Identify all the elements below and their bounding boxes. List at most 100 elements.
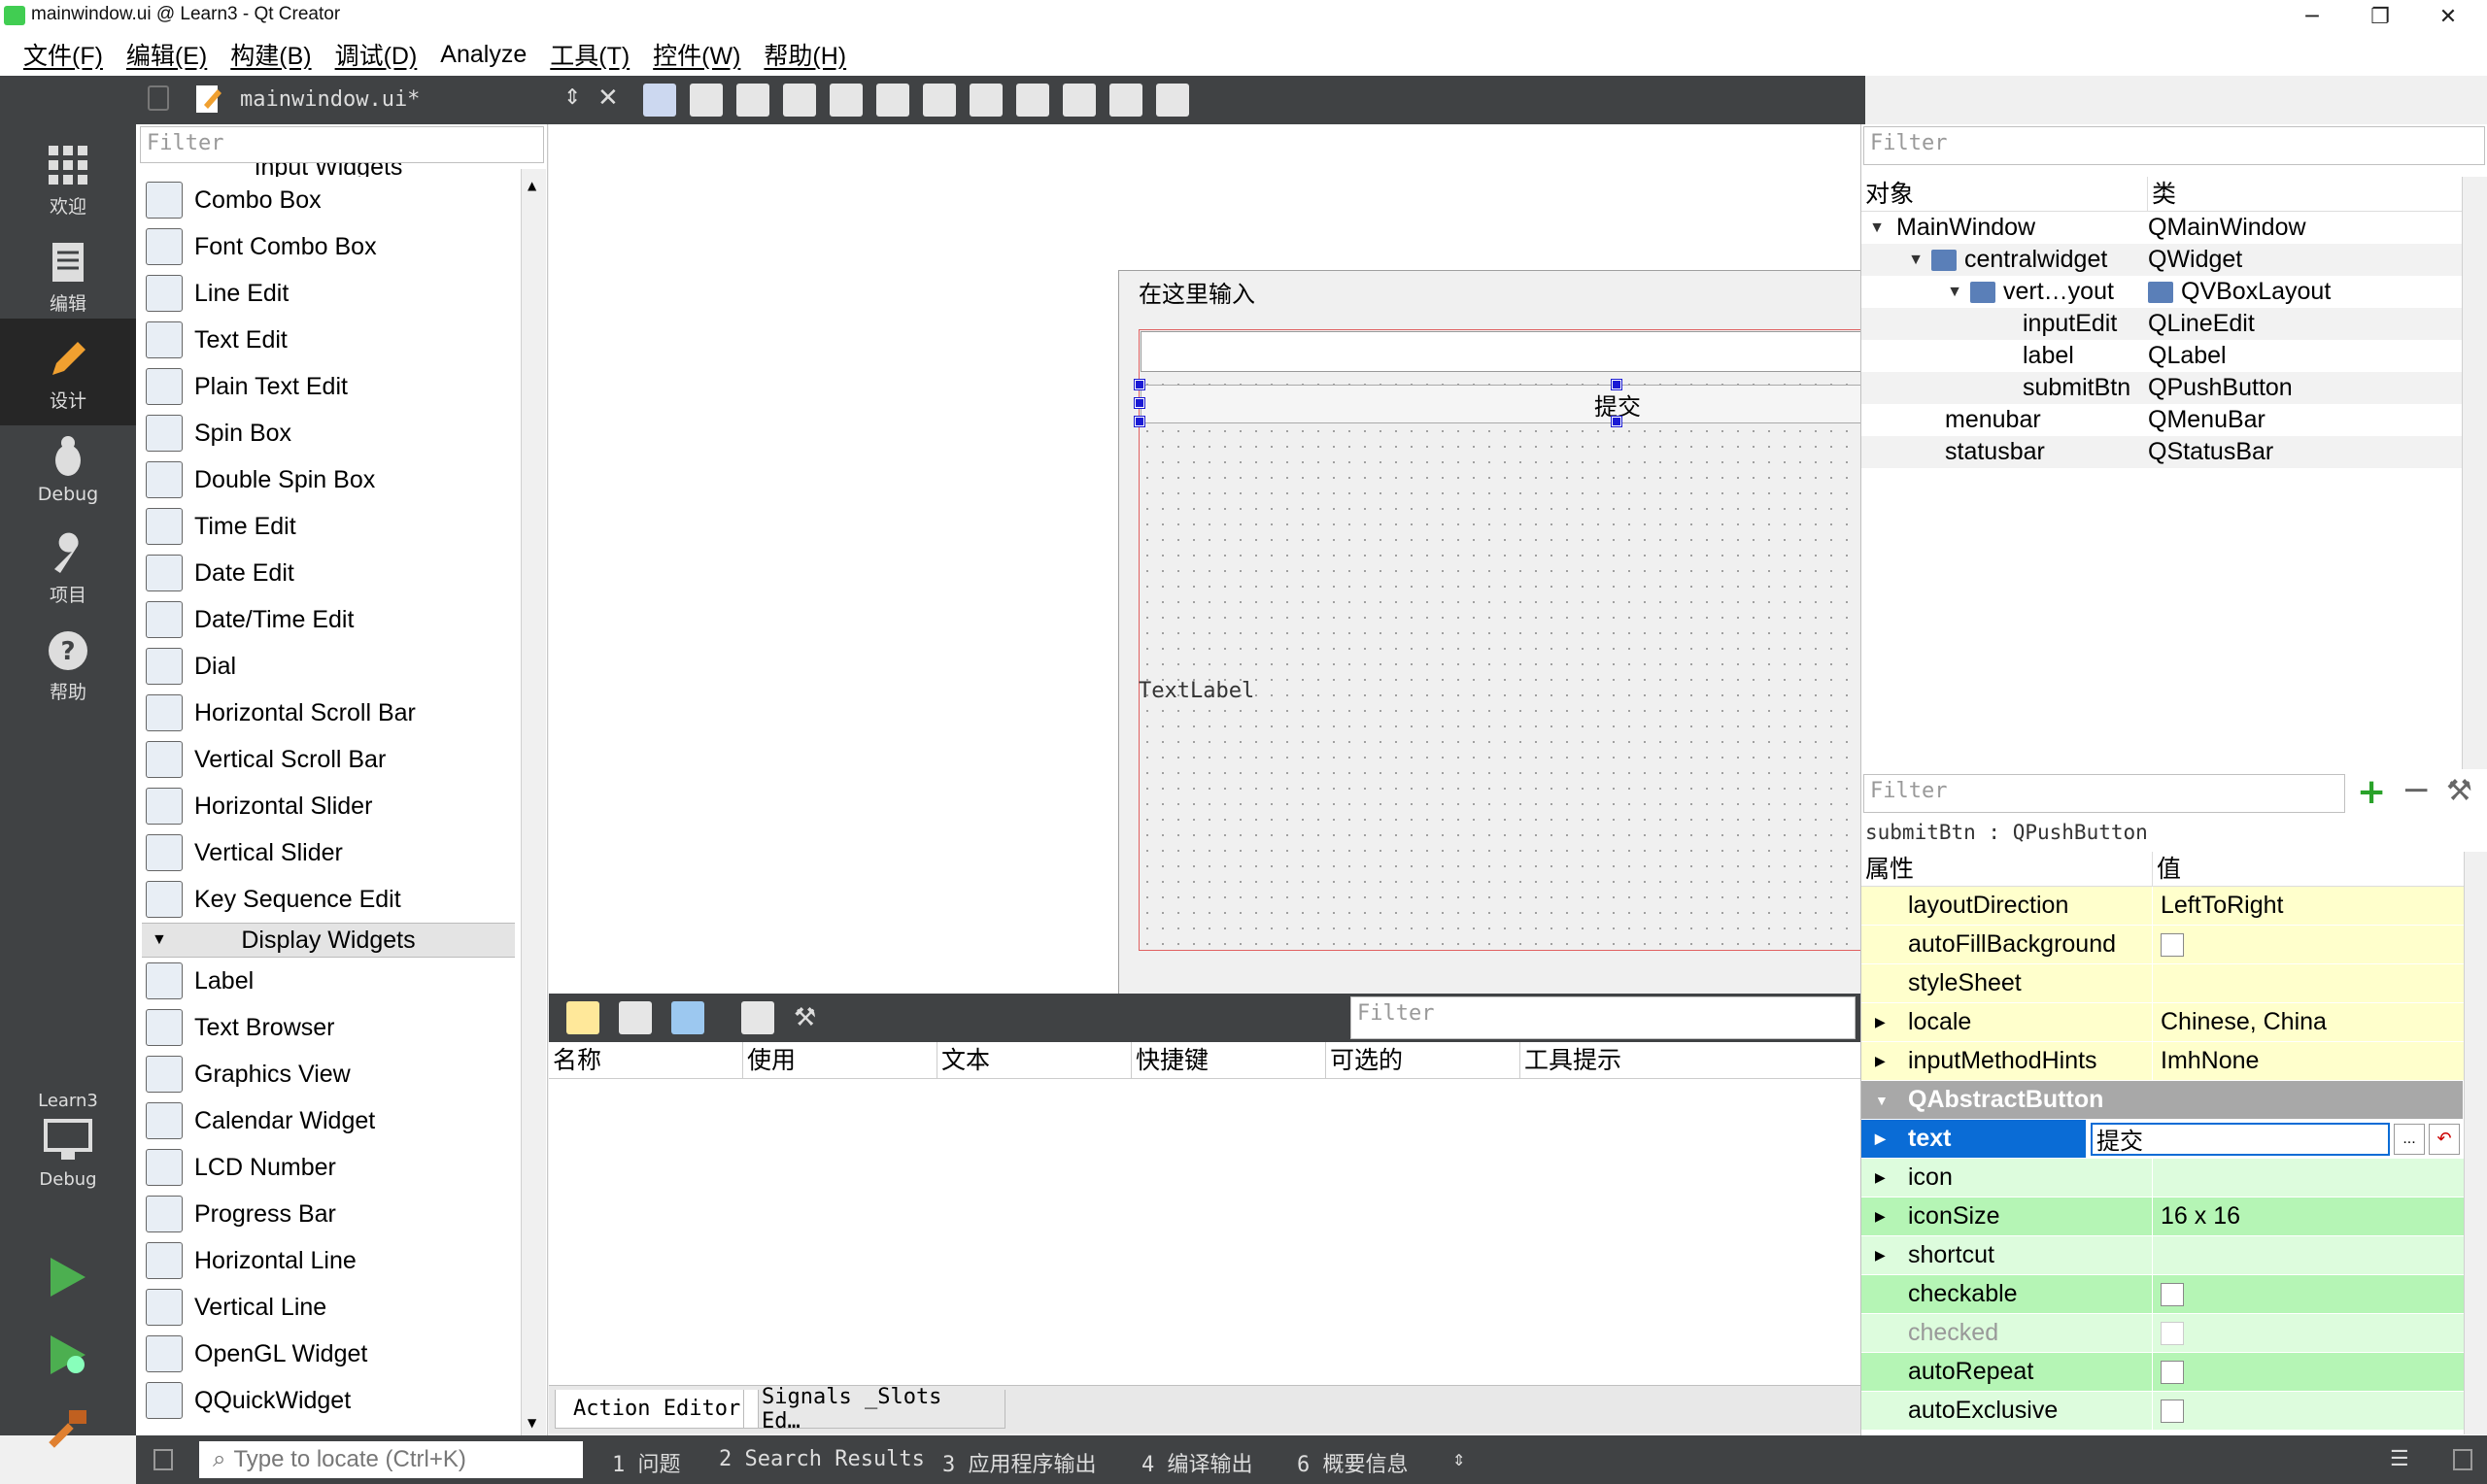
edit-tab-order-icon[interactable] — [783, 84, 816, 117]
pane-search-results[interactable]: 2 Search Results — [719, 1447, 925, 1471]
pane-compile-output[interactable]: 4 编译输出 — [1141, 1447, 1253, 1478]
widget-item[interactable]: Vertical Line — [142, 1284, 515, 1331]
widget-item[interactable]: Dial — [142, 643, 515, 690]
checkbox[interactable] — [2161, 1282, 2184, 1306]
widget-item[interactable]: Horizontal Line — [142, 1237, 515, 1284]
widget-filter-input[interactable]: Filter — [140, 126, 544, 163]
edit-signals-slots-icon[interactable] — [690, 84, 723, 117]
pane-switcher-icon[interactable]: ⇕ — [1452, 1447, 1465, 1471]
column-property[interactable]: 属性 — [1861, 852, 2153, 886]
menu-analyze[interactable]: Analyze — [428, 41, 538, 69]
tree-row[interactable]: ▼ vert…yout QVBoxLayout — [1861, 276, 2462, 308]
object-filter-input[interactable]: Filter — [1863, 126, 2485, 165]
widget-item[interactable]: QQuickWidget — [142, 1377, 515, 1424]
tree-row[interactable]: ▼ MainWindow QMainWindow — [1861, 212, 2462, 244]
adjust-size-icon[interactable] — [1156, 84, 1189, 117]
text-value-input[interactable] — [2091, 1122, 2390, 1156]
copy-action-icon[interactable] — [619, 1001, 652, 1034]
column-object[interactable]: 对象 — [1861, 177, 2148, 211]
property-row[interactable]: checkable — [1861, 1275, 2464, 1314]
column-tooltip[interactable]: 工具提示 — [1520, 1042, 1860, 1078]
text-label[interactable]: TextLabel — [1139, 679, 1254, 703]
widget-item[interactable]: Horizontal Scroll Bar — [142, 690, 515, 736]
build-hammer-icon[interactable] — [44, 1406, 90, 1453]
resize-handle[interactable] — [1134, 397, 1145, 409]
expand-arrow-icon[interactable]: ▶ — [1875, 1247, 1886, 1264]
mode-welcome[interactable]: 欢迎 — [0, 134, 136, 227]
property-row[interactable]: styleSheet — [1861, 964, 2464, 1003]
tree-row[interactable]: statusbar QStatusBar — [1861, 436, 2462, 468]
tab-signals-slots[interactable]: Signals _Slots Ed… — [743, 1385, 1005, 1433]
checkbox[interactable] — [2161, 1399, 2184, 1423]
object-tree-scrollbar[interactable] — [2462, 177, 2487, 769]
mode-design[interactable]: 设计 — [0, 319, 136, 425]
widget-item[interactable]: Calendar Widget — [142, 1097, 515, 1144]
form-editor-canvas[interactable]: 在这里输入 提交 TextLabel — [549, 124, 2119, 1010]
property-group-header[interactable]: ▼ QAbstractButton — [1861, 1081, 2464, 1120]
property-filter-input[interactable]: Filter — [1863, 774, 2345, 813]
display-widgets-category[interactable]: ▼ Display Widgets — [142, 923, 515, 958]
menu-debug[interactable]: 调试(D) — [324, 37, 429, 72]
minimize-button[interactable]: ─ — [2283, 0, 2341, 33]
widget-item[interactable]: Graphics View — [142, 1051, 515, 1097]
close-document-icon[interactable]: ✕ — [597, 84, 619, 113]
toggle-sidebar-icon[interactable] — [153, 1449, 173, 1470]
menu-edit[interactable]: 编辑(E) — [115, 37, 219, 72]
property-row[interactable]: ▶ inputMethodHints ImhNone — [1861, 1042, 2464, 1081]
widget-item[interactable]: Combo Box — [142, 177, 515, 223]
checkbox[interactable] — [2161, 1360, 2184, 1384]
column-checkable[interactable]: 可选的 — [1326, 1042, 1520, 1078]
close-button[interactable]: ✕ — [2419, 0, 2477, 33]
widget-item[interactable]: Double Spin Box — [142, 456, 515, 503]
paste-action-icon[interactable] — [671, 1001, 704, 1034]
document-filename[interactable]: mainwindow.ui* — [240, 87, 420, 112]
widget-item[interactable]: Vertical Scroll Bar — [142, 736, 515, 783]
expand-arrow-icon[interactable]: ▶ — [1875, 1208, 1886, 1225]
checkbox[interactable] — [2161, 932, 2184, 957]
widget-item[interactable]: LCD Number — [142, 1144, 515, 1191]
widget-item[interactable]: Progress Bar — [142, 1191, 515, 1237]
reset-icon[interactable]: ↶ — [2429, 1123, 2460, 1155]
layout-form-icon[interactable] — [1016, 84, 1049, 117]
widget-item[interactable]: Date/Time Edit — [142, 596, 515, 643]
property-row-selected[interactable]: ▶text...↶ — [1861, 1120, 2464, 1159]
configure-icon[interactable]: ⚒ — [794, 1003, 816, 1032]
widget-item[interactable]: Time Edit — [142, 503, 515, 550]
menu-widgets[interactable]: 控件(W) — [641, 37, 752, 72]
input-widgets-category[interactable]: Input Widgets — [142, 163, 515, 177]
layout-grid-icon[interactable] — [1063, 84, 1096, 117]
tree-row[interactable]: submitBtn QPushButton — [1861, 372, 2462, 404]
property-row[interactable]: ▶ shortcut — [1861, 1236, 2464, 1275]
action-filter-input[interactable]: Filter — [1350, 996, 1856, 1039]
tab-action-editor[interactable]: Action Editor — [555, 1390, 760, 1429]
mode-debug[interactable]: Debug — [0, 425, 136, 519]
tree-row[interactable]: menubar QMenuBar — [1861, 404, 2462, 436]
mode-help[interactable]: ? 帮助 — [0, 620, 136, 713]
break-layout-icon[interactable] — [1109, 84, 1142, 117]
menu-build[interactable]: 构建(B) — [219, 37, 323, 72]
widget-item[interactable]: Text Edit — [142, 317, 515, 363]
widget-item[interactable]: OpenGL Widget — [142, 1331, 515, 1377]
form-menubar-placeholder[interactable]: 在这里输入 — [1139, 275, 1255, 309]
property-row[interactable]: autoExclusive — [1861, 1392, 2464, 1431]
widget-item[interactable]: Horizontal Slider — [142, 783, 515, 829]
edit-widgets-icon[interactable] — [643, 84, 676, 117]
resize-handle[interactable] — [1134, 379, 1145, 390]
widget-item[interactable]: Font Combo Box — [142, 223, 515, 270]
progress-details-icon[interactable]: ☰ — [2390, 1447, 2409, 1471]
widget-item[interactable]: Vertical Slider — [142, 829, 515, 876]
resize-handle[interactable] — [1611, 416, 1622, 427]
property-scrollbar[interactable] — [2464, 852, 2487, 1434]
tree-row[interactable]: ▼ centralwidget QWidget — [1861, 244, 2462, 276]
remove-dynamic-property-icon[interactable]: − — [2402, 770, 2431, 810]
property-row[interactable]: ▶ locale Chinese, China — [1861, 1003, 2464, 1042]
property-row[interactable]: layoutDirection LeftToRight — [1861, 887, 2464, 926]
expand-arrow-icon[interactable]: ▶ — [1875, 1130, 1886, 1147]
widget-box-scrollbar[interactable]: ▲ ▼ — [521, 169, 546, 1435]
property-row[interactable]: ▶ iconSize 16 x 16 — [1861, 1197, 2464, 1236]
column-value[interactable]: 值 — [2153, 852, 2181, 886]
toggle-right-sidebar-icon[interactable] — [2453, 1449, 2472, 1470]
resize-handle[interactable] — [1134, 416, 1145, 427]
property-row[interactable]: autoFillBackground — [1861, 926, 2464, 964]
menu-file[interactable]: 文件(F) — [12, 37, 115, 72]
